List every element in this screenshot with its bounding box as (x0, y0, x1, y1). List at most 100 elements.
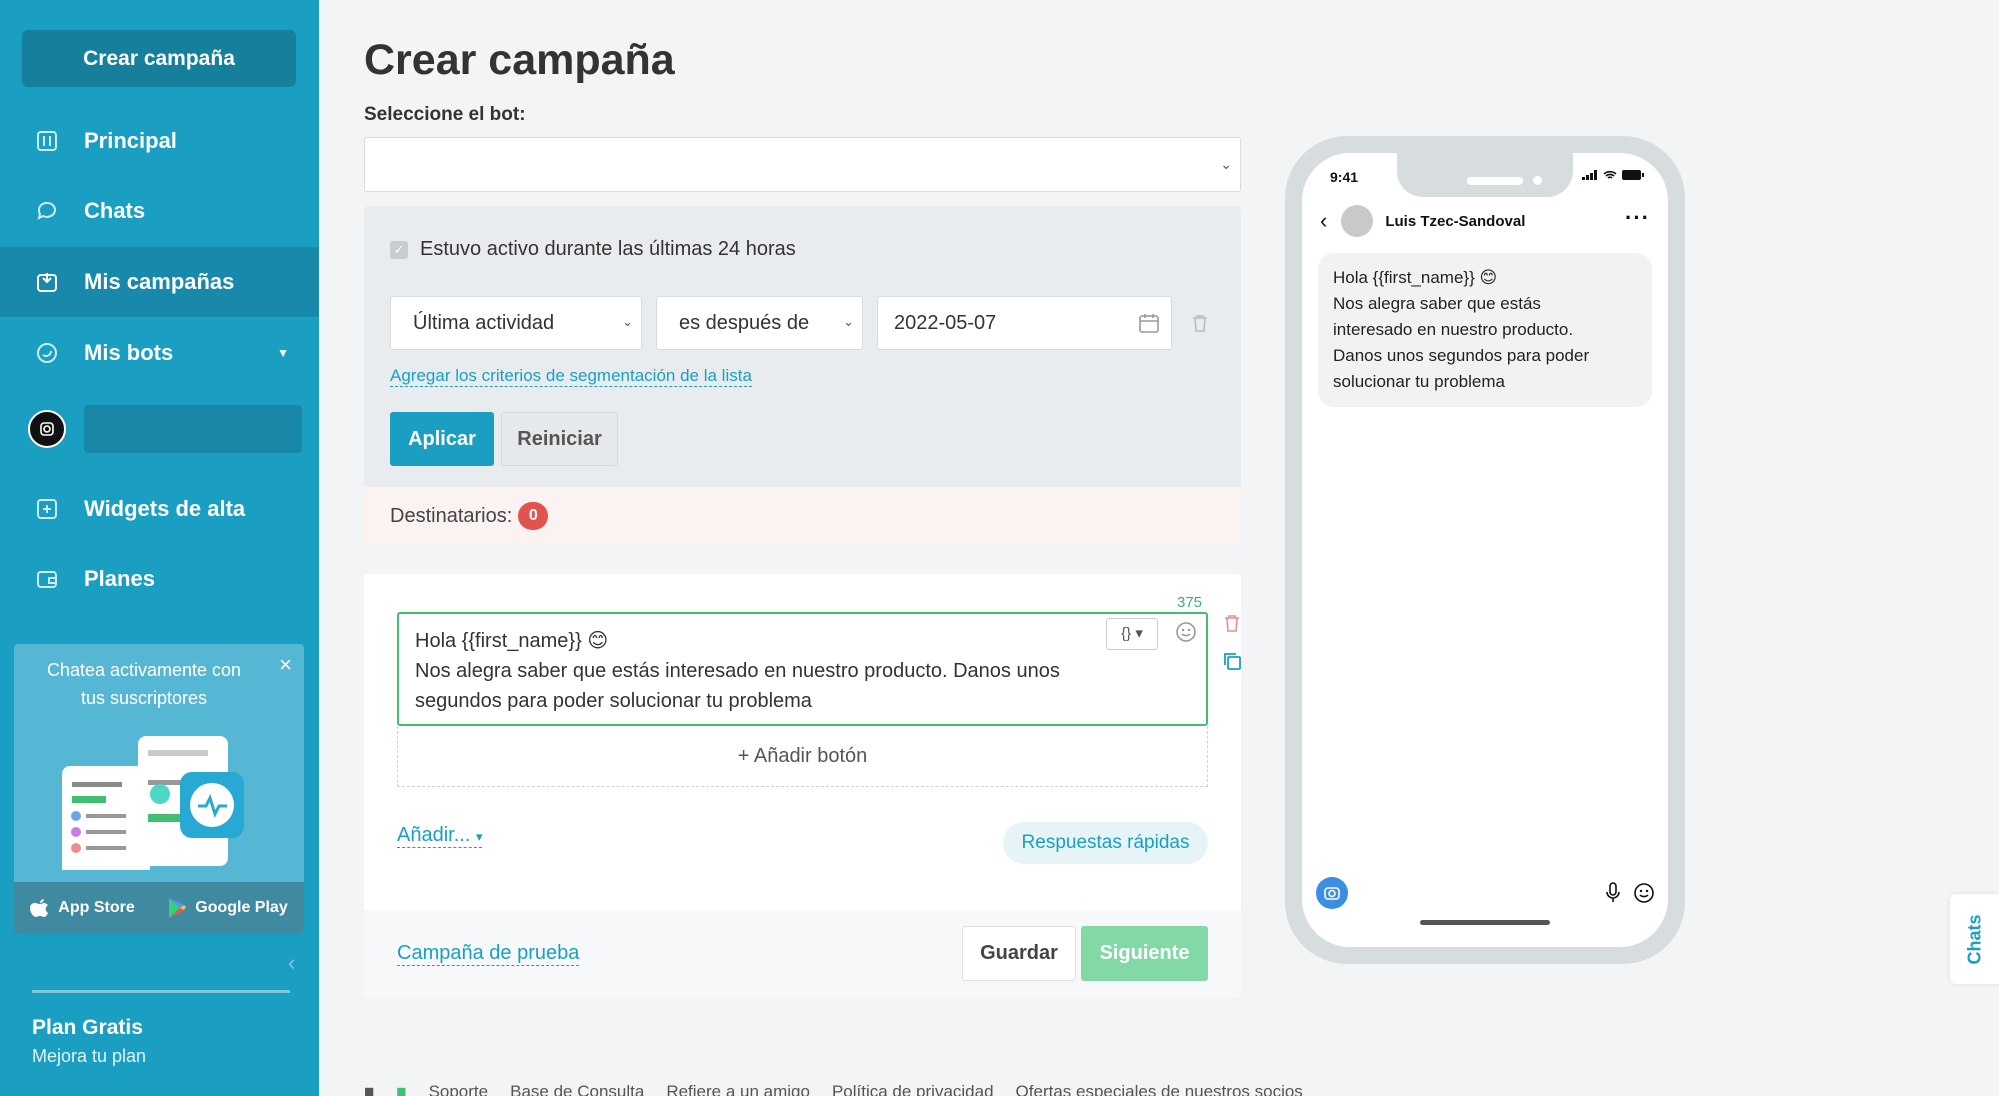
dashboard-icon (34, 128, 60, 154)
active-24h-option[interactable]: ✓ Estuvo activo durante las últimas 24 h… (390, 238, 796, 261)
add-content-dropdown[interactable]: Añadir... ▾ (397, 824, 483, 848)
account-name-placeholder (84, 405, 302, 453)
chevron-down-icon: ⌄ (843, 314, 854, 329)
add-button[interactable]: + Añadir botón (397, 726, 1208, 787)
save-button[interactable]: Guardar (962, 926, 1076, 981)
divider (32, 990, 290, 993)
promo-text: Chatea activamente con tus suscriptores (46, 660, 242, 708)
footer-link[interactable]: Ofertas especiales de nuestros socios (1016, 1082, 1303, 1096)
battery-icon (1622, 170, 1644, 180)
next-button[interactable]: Siguiente (1081, 926, 1208, 981)
wifi-icon (1603, 170, 1617, 179)
test-campaign-link[interactable]: Campaña de prueba (397, 942, 580, 966)
emoji-icon[interactable] (1632, 881, 1656, 910)
sidebar-item-principal[interactable]: Principal (0, 106, 319, 176)
message-preview-bubble: Hola {{first_name}} 😊 Nos alegra saber q… (1318, 253, 1652, 407)
sidebar-item-label: Widgets de alta (84, 496, 246, 521)
filter-field-select[interactable]: Última actividad ⌄ (390, 296, 642, 350)
widget-add-icon (34, 496, 60, 522)
trash-icon[interactable] (1221, 612, 1243, 639)
calendar-icon[interactable] (1137, 311, 1161, 341)
message-textarea[interactable]: Hola {{first_name}} 😊 Nos alegra saber q… (397, 612, 1208, 726)
bot-icon (34, 340, 60, 366)
more-options-icon[interactable]: ··· (1625, 205, 1650, 231)
sidebar-item-label: Chats (84, 198, 146, 223)
filter-operator-select[interactable]: es después de ⌄ (656, 296, 863, 350)
quick-replies-button[interactable]: Respuestas rápidas (1003, 822, 1208, 864)
phone-notch (1397, 153, 1573, 197)
wallet-icon (34, 566, 60, 592)
footer-link[interactable]: Base de Consulta (510, 1082, 644, 1096)
sidebar-item-label: Principal (84, 128, 177, 153)
active-24h-checkbox[interactable]: ✓ (390, 240, 408, 259)
chat-header: ‹ Luis Tzec-Sandoval ··· (1302, 199, 1668, 243)
recipients-label: Destinatarios: (390, 504, 513, 527)
chevron-down-icon: ▾ (475, 829, 483, 844)
sidebar-item-label: Planes (84, 566, 155, 591)
chevron-down-icon: ▼ (277, 346, 289, 360)
footer-link[interactable]: Soporte (429, 1082, 489, 1096)
apple-icon (30, 899, 49, 917)
sidebar: Crear campaña Principal Chats Mis campañ… (0, 0, 319, 1096)
sidebar-item-label: Mis campañas (84, 269, 235, 294)
recipients-row: Destinatarios: 0 (364, 487, 1241, 545)
google-play-button[interactable]: Google Play (167, 897, 288, 919)
sidebar-item-widgets[interactable]: Widgets de alta (0, 474, 319, 544)
upgrade-plan-link[interactable]: Mejora tu plan (32, 1046, 146, 1067)
sidebar-item-mis-bots[interactable]: Mis bots ▼ (0, 318, 319, 388)
home-indicator (1420, 920, 1550, 925)
avatar (1341, 205, 1374, 237)
message-composer (1316, 873, 1656, 913)
create-campaign-button[interactable]: Crear campaña (22, 30, 296, 87)
bot-select-label: Seleccione el bot: (364, 104, 526, 125)
status-icons (1582, 170, 1644, 180)
chats-side-tab[interactable]: Chats (1950, 894, 1999, 984)
android-icon: ■ (396, 1082, 407, 1096)
card-footer: Campaña de prueba Guardar Siguiente (364, 910, 1241, 998)
phones-illustration (62, 736, 244, 870)
insert-variable-button[interactable]: {} ▾ (1106, 618, 1158, 650)
campaign-icon (34, 269, 60, 295)
footer-link[interactable]: Refiere a un amigo (666, 1082, 810, 1096)
reset-button[interactable]: Reiniciar (501, 412, 618, 466)
recipients-count-badge: 0 (518, 502, 549, 530)
footer-link[interactable]: Política de privacidad (832, 1082, 994, 1096)
chat-bubble-icon (34, 198, 60, 224)
signal-icon (1582, 170, 1597, 180)
plan-title: Plan Gratis (32, 1016, 143, 1039)
bot-account-row[interactable] (0, 400, 319, 458)
mobile-app-promo: Chatea activamente con tus suscriptores … (14, 644, 304, 934)
sidebar-item-mis-campanas[interactable]: Mis campañas (0, 247, 319, 317)
apple-icon: ■ (364, 1082, 375, 1096)
chevron-down-icon: ⌄ (622, 314, 633, 329)
phone-preview: 9:41 ‹ Luis Tzec-Sandoval ··· Hola {{fir… (1285, 136, 1685, 964)
footer-links: ■ ■ Soporte Base de Consulta Refiere a u… (364, 1082, 1303, 1096)
apply-button[interactable]: Aplicar (390, 412, 494, 466)
trash-icon[interactable] (1189, 312, 1211, 339)
sidebar-item-planes[interactable]: Planes (0, 544, 319, 614)
store-bar: App Store Google Play (14, 882, 304, 934)
copy-icon[interactable] (1221, 650, 1243, 677)
microphone-icon[interactable] (1604, 881, 1622, 910)
instagram-icon (28, 410, 66, 448)
google-play-icon (169, 898, 187, 918)
close-icon[interactable]: × (279, 652, 292, 678)
camera-icon[interactable] (1316, 877, 1348, 909)
add-segmentation-link[interactable]: Agregar los criterios de segmentación de… (390, 366, 752, 387)
app-store-button[interactable]: App Store (30, 897, 135, 919)
sidebar-item-label: Mis bots (84, 340, 174, 365)
message-editor-card: 375 Hola {{first_name}} 😊 Nos alegra sab… (364, 574, 1241, 998)
segmentation-filter-panel: ✓ Estuvo activo durante las últimas 24 h… (364, 206, 1241, 487)
phone-screen: 9:41 ‹ Luis Tzec-Sandoval ··· Hola {{fir… (1302, 153, 1668, 947)
char-count: 375 (1177, 594, 1203, 611)
sidebar-item-chats[interactable]: Chats (0, 176, 319, 246)
emoji-icon[interactable] (1174, 620, 1198, 653)
back-arrow-icon[interactable]: ‹ (1320, 208, 1327, 234)
page-title: Crear campaña (364, 36, 675, 84)
filter-date-input[interactable]: 2022-05-07 (877, 296, 1172, 350)
status-time: 9:41 (1330, 169, 1359, 185)
contact-name: Luis Tzec-Sandoval (1385, 212, 1526, 230)
bot-select[interactable]: ⌄ (364, 137, 1241, 192)
chevron-down-icon: ⌄ (1220, 156, 1232, 172)
collapse-sidebar-icon[interactable]: ‹ (288, 950, 295, 976)
